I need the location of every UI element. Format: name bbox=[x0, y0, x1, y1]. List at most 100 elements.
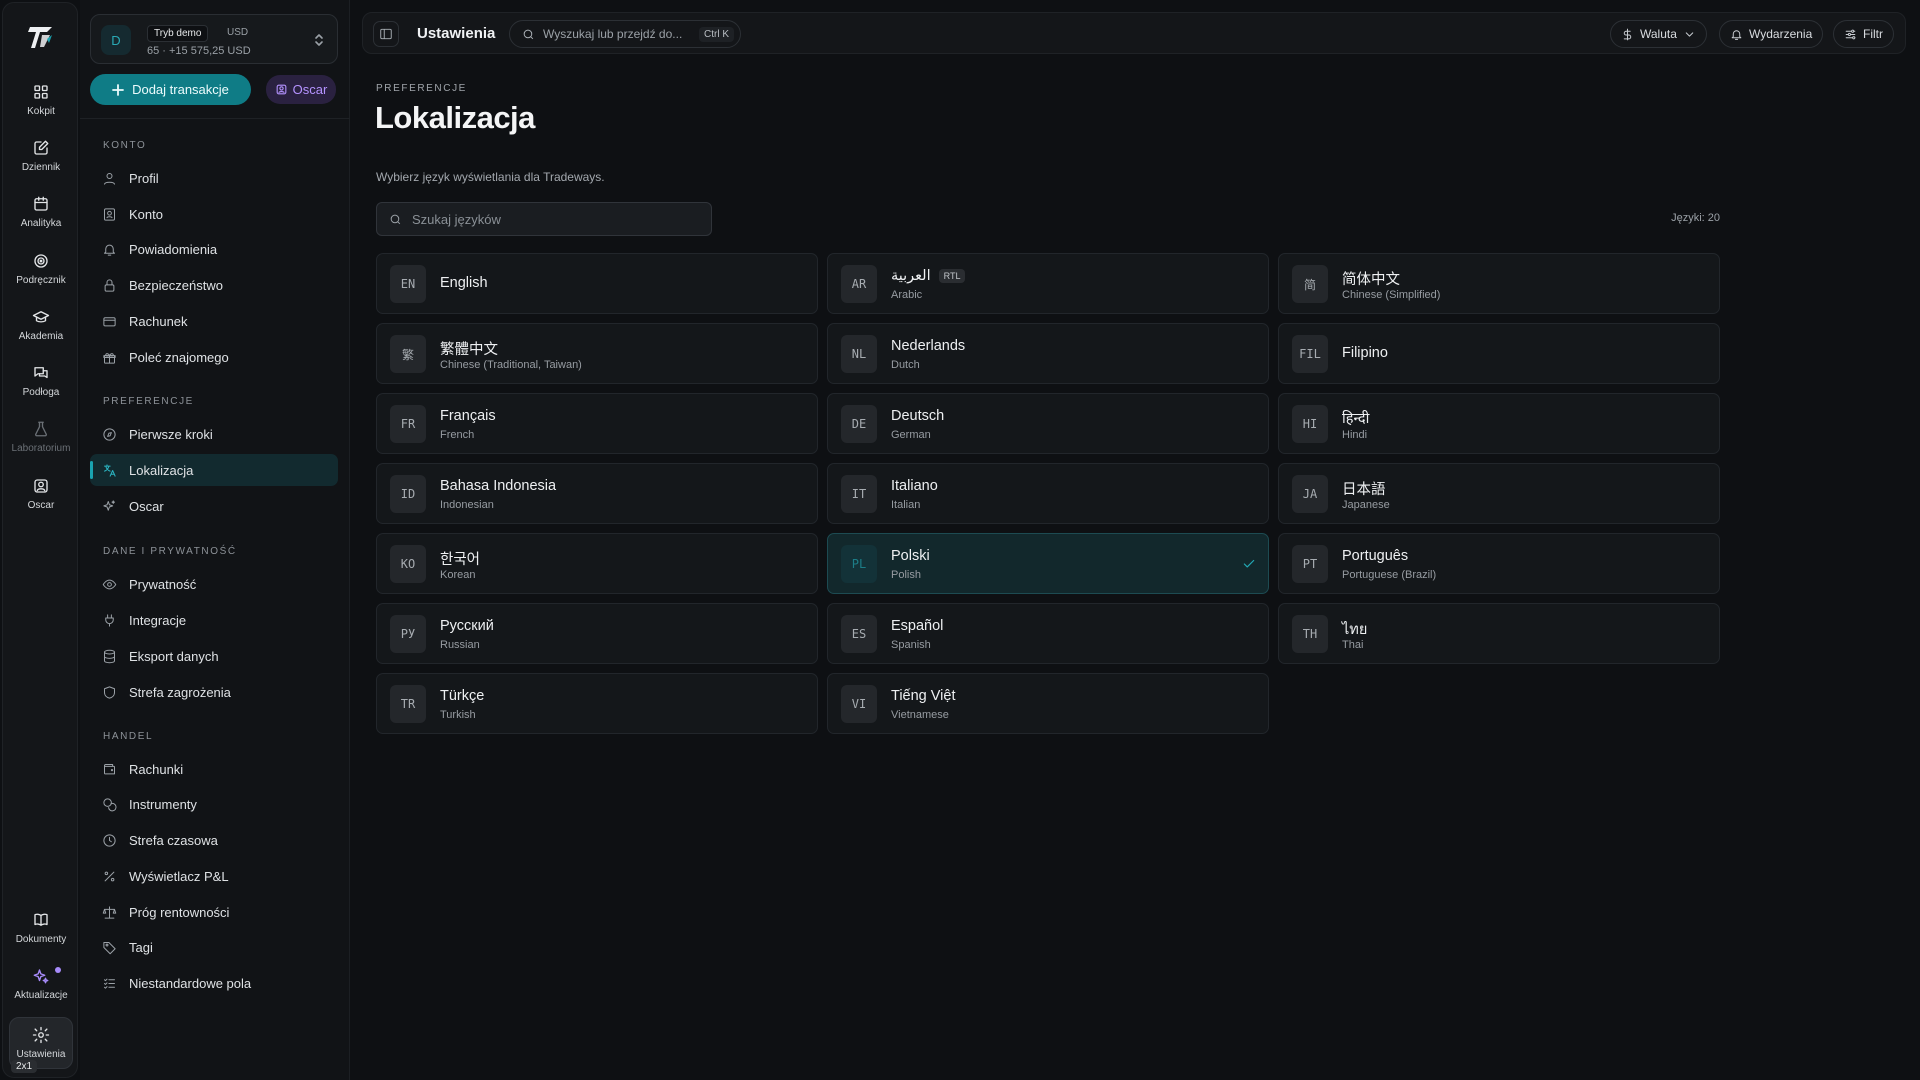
rail-item-aktualizacje[interactable]: Aktualizacje bbox=[9, 967, 73, 1017]
rail-item-akademia[interactable]: Akademia bbox=[9, 308, 73, 358]
sidebar-item-instrumenty[interactable]: Instrumenty bbox=[90, 788, 338, 820]
language-search bbox=[376, 202, 712, 236]
filter-button[interactable]: Filtr bbox=[1833, 20, 1894, 48]
language-english-name: Dutch bbox=[891, 359, 920, 371]
rail-item-laboratorium[interactable]: Laboratorium bbox=[9, 420, 73, 470]
sidebar-item-niestandardowe-pola[interactable]: Niestandardowe pola bbox=[90, 967, 338, 999]
language-card-french[interactable]: FR Français French bbox=[376, 393, 818, 454]
rail-item-kokpit[interactable]: Kokpit bbox=[9, 83, 73, 133]
language-card-german[interactable]: DE Deutsch German bbox=[827, 393, 1269, 454]
oscar-button[interactable]: Oscar bbox=[266, 75, 336, 104]
database-icon bbox=[104, 649, 115, 663]
language-card-arabic[interactable]: AR العربية RTL Arabic bbox=[827, 253, 1269, 314]
language-code-badge: ES bbox=[841, 615, 877, 653]
sidebar-item-label: Rachunki bbox=[129, 761, 184, 777]
sliders-icon bbox=[1845, 29, 1856, 39]
sidebar-item-pierwsze-kroki[interactable]: Pierwsze kroki bbox=[90, 418, 338, 450]
app-logo-icon[interactable] bbox=[25, 21, 57, 53]
language-card-japanese[interactable]: JA 日本語 Japanese bbox=[1278, 463, 1720, 524]
language-card-italian[interactable]: IT Italiano Italian bbox=[827, 463, 1269, 524]
language-card-russian[interactable]: РУ Русский Russian bbox=[376, 603, 818, 664]
sidebar-item-lokalizacja[interactable]: Lokalizacja bbox=[90, 454, 338, 486]
sidebar-panel-icon bbox=[380, 28, 392, 40]
coins-icon bbox=[103, 797, 117, 811]
language-native-name: Português bbox=[1342, 548, 1409, 564]
sidebar-item-profil[interactable]: Profil bbox=[90, 162, 338, 194]
language-native-name-row: Español bbox=[891, 618, 943, 634]
rail-label: Ustawienia bbox=[16, 1049, 66, 1060]
language-card-polish[interactable]: PL Polski Polish bbox=[827, 533, 1269, 594]
currency-label: Waluta bbox=[1640, 27, 1677, 41]
oscar-label: Oscar bbox=[292, 82, 328, 97]
sidebar-item-bezpieczenstwo[interactable]: Bezpieczeństwo bbox=[90, 269, 338, 301]
sidebar-item-strefa-zagrozenia[interactable]: Strefa zagrożenia bbox=[90, 676, 338, 708]
toggle-sidebar-button[interactable] bbox=[373, 21, 399, 47]
language-card-filipino[interactable]: FIL Filipino bbox=[1278, 323, 1720, 384]
events-button[interactable]: Wydarzenia bbox=[1719, 20, 1824, 48]
global-search-input[interactable]: Wyszukaj lub przejdź do... Ctrl K bbox=[509, 20, 741, 48]
language-english-name: Chinese (Simplified) bbox=[1342, 289, 1441, 301]
language-card-chinese-traditional-taiwan-[interactable]: 繁繁體中文 Chinese (Traditional, Taiwan) bbox=[376, 323, 818, 384]
language-native-name-row: Italiano bbox=[891, 478, 938, 494]
language-native-name: 日本語 bbox=[1342, 482, 1386, 498]
rail-item-oscar[interactable]: Oscar bbox=[9, 477, 73, 527]
language-native-name: العربية bbox=[891, 268, 931, 284]
language-card-vietnamese[interactable]: VI Tiếng Việt Vietnamese bbox=[827, 673, 1269, 734]
language-card-portuguese-brazil-[interactable]: PT Português Portuguese (Brazil) bbox=[1278, 533, 1720, 594]
sidebar-item-powiadomienia[interactable]: Powiadomienia bbox=[90, 233, 338, 265]
language-native-name: Tiếng Việt bbox=[891, 688, 956, 704]
sparkle-icon bbox=[33, 969, 49, 984]
rail-item-podrecznik[interactable]: Podręcznik bbox=[9, 252, 73, 302]
sidebar-item-label: Oscar bbox=[129, 498, 164, 514]
currency-dropdown[interactable]: Waluta bbox=[1610, 20, 1707, 48]
top-bar: Ustawienia Wyszukaj lub przejdź do... Ct… bbox=[362, 12, 1906, 54]
sidebar-item-integracje[interactable]: Integracje bbox=[90, 604, 338, 636]
language-card-korean[interactable]: KO 한국어 Korean bbox=[376, 533, 818, 594]
language-card-english[interactable]: EN English bbox=[376, 253, 818, 314]
sidebar-item-polec-znajomego[interactable]: Poleć znajomego bbox=[90, 341, 338, 373]
sidebar-item-label: Pierwsze kroki bbox=[129, 426, 213, 442]
language-code-badge: 繁 bbox=[390, 335, 426, 373]
sidebar-item-label: Integracje bbox=[129, 612, 187, 628]
sidebar-item-wyswietlacz-pl[interactable]: Wyświetlacz P&L bbox=[90, 860, 338, 892]
rail-item-dokumenty[interactable]: Dokumenty bbox=[9, 911, 73, 961]
rail-item-analityka[interactable]: Analityka bbox=[9, 195, 73, 245]
language-code-badge: FR bbox=[390, 405, 426, 443]
sidebar-item-prywatnosc[interactable]: Prywatność bbox=[90, 568, 338, 600]
add-transaction-button[interactable]: Dodaj transakcje bbox=[90, 74, 251, 105]
target-icon bbox=[34, 254, 48, 268]
language-native-name: Bahasa Indonesia bbox=[440, 478, 557, 494]
language-card-thai[interactable]: TH ไทย Thai bbox=[1278, 603, 1720, 664]
language-card-spanish[interactable]: ES Español Spanish bbox=[827, 603, 1269, 664]
language-native-name-row: 繁體中文 bbox=[440, 338, 498, 359]
rtl-badge: RTL bbox=[938, 269, 966, 283]
rail-item-podloga[interactable]: Podłoga bbox=[9, 364, 73, 414]
sidebar-item-eksport-danych[interactable]: Eksport danych bbox=[90, 640, 338, 672]
dollar-icon bbox=[1623, 28, 1632, 40]
language-card-hindi[interactable]: HI हिन्दी Hindi bbox=[1278, 393, 1720, 454]
language-native-name: Nederlands bbox=[891, 338, 966, 354]
language-card-chinese-simplified-[interactable]: 简简体中文 Chinese (Simplified) bbox=[1278, 253, 1720, 314]
sidebar-item-tagi[interactable]: Tagi bbox=[90, 931, 338, 963]
percent-icon bbox=[104, 871, 115, 881]
rail-item-dziennik[interactable]: Dziennik bbox=[9, 139, 73, 189]
account-switcher[interactable]: D Tryb demo USD 65 · +15 575,25 USD bbox=[90, 14, 338, 64]
language-card-indonesian[interactable]: ID Bahasa Indonesia Indonesian bbox=[376, 463, 818, 524]
sidebar-item-prog-rentownosci[interactable]: Próg rentowności bbox=[90, 896, 338, 928]
sidebar-item-rachunek[interactable]: Rachunek bbox=[90, 305, 338, 337]
sidebar-item-oscar[interactable]: Oscar bbox=[90, 490, 338, 522]
language-native-name: Italiano bbox=[891, 478, 938, 494]
rail-label: Podłoga bbox=[22, 387, 60, 398]
language-search-input[interactable] bbox=[412, 211, 692, 227]
section-title-preferencje: PREFERENCJE bbox=[103, 396, 194, 407]
sidebar-item-konto[interactable]: Konto bbox=[90, 198, 338, 230]
language-native-name: Русский bbox=[440, 618, 494, 634]
events-label: Wydarzenia bbox=[1749, 27, 1813, 41]
rail-label: Analityka bbox=[20, 218, 62, 229]
language-card-dutch[interactable]: NL Nederlands Dutch bbox=[827, 323, 1269, 384]
language-card-turkish[interactable]: TR Türkçe Turkish bbox=[376, 673, 818, 734]
sidebar-item-rachunki[interactable]: Rachunki bbox=[90, 753, 338, 785]
language-code-badge: PT bbox=[1292, 545, 1328, 583]
language-native-name: 한국어 bbox=[440, 552, 481, 568]
sidebar-item-strefa-czasowa[interactable]: Strefa czasowa bbox=[90, 824, 338, 856]
